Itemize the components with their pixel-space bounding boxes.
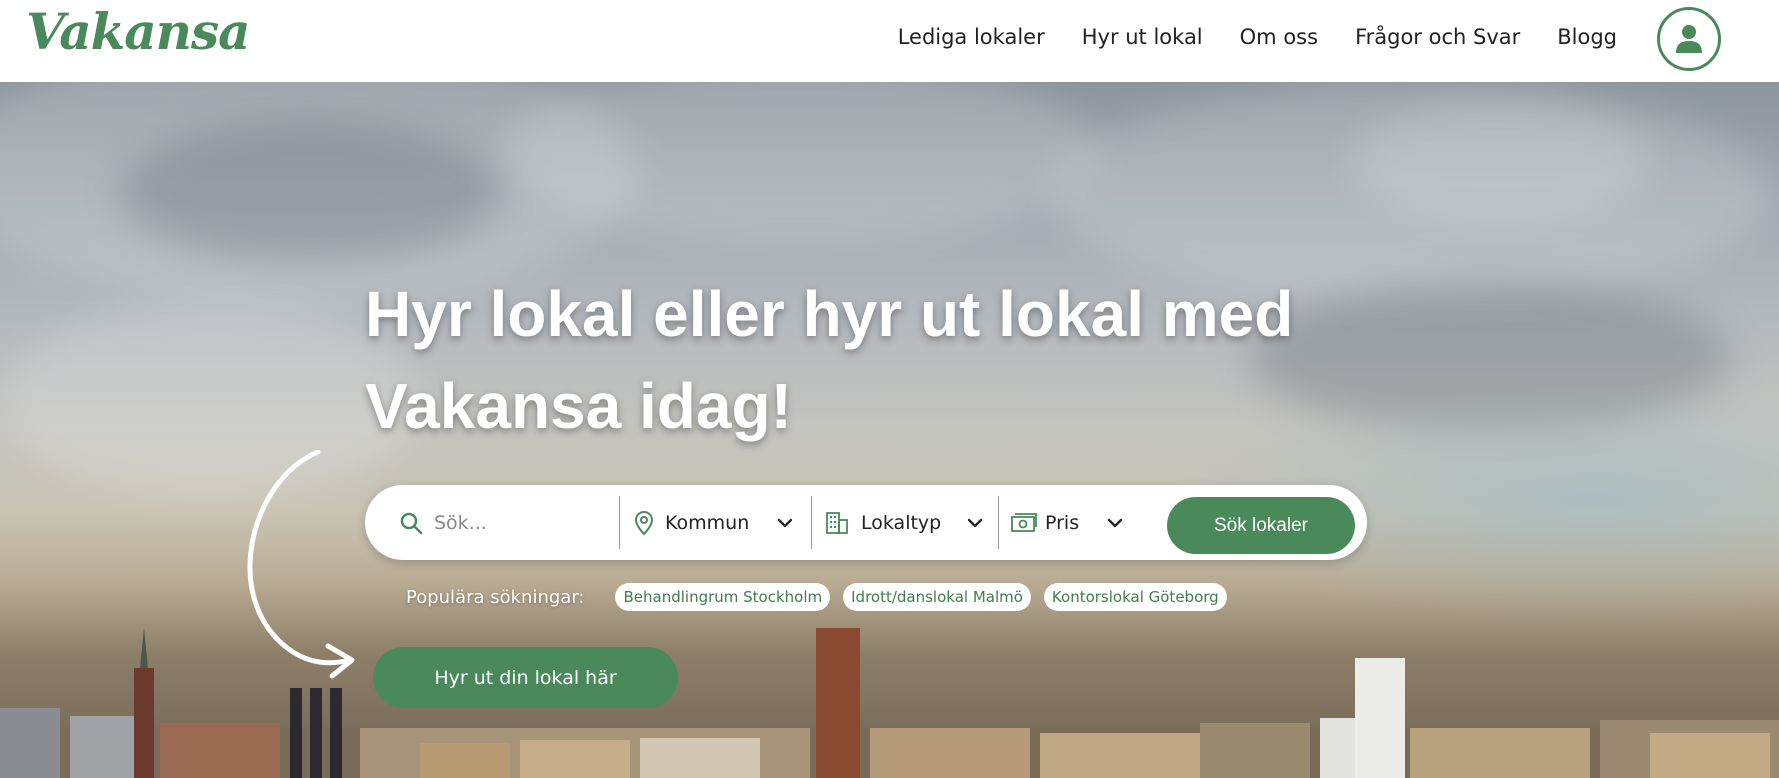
search-input[interactable]: Sök...	[434, 512, 487, 534]
hero-title: Hyr lokal eller hyr ut lokal med Vakansa…	[365, 268, 1365, 452]
main-nav: Lediga lokaler Hyr ut lokal Om oss Frågo…	[861, 22, 1617, 52]
search-icon	[400, 512, 423, 534]
nav-lediga-lokaler[interactable]: Lediga lokaler	[898, 22, 1045, 52]
popular-chip-idrott[interactable]: Idrott/danslokal Malmö	[843, 583, 1031, 611]
pris-dropdown[interactable]: Pris	[1011, 485, 1141, 560]
search-text-field[interactable]: Sök...	[399, 485, 619, 560]
lokaltyp-label: Lokaltyp	[861, 511, 942, 534]
nav-om-oss[interactable]: Om oss	[1240, 22, 1318, 52]
popular-chip-kontorslokal[interactable]: Kontorslokal Göteborg	[1043, 583, 1227, 611]
account-button[interactable]	[1657, 7, 1721, 71]
search-submit-button[interactable]: Sök lokaler	[1167, 497, 1355, 554]
nav-fragor-och-svar[interactable]: Frågor och Svar	[1355, 22, 1520, 52]
nav-hyr-ut-lokal[interactable]: Hyr ut lokal	[1082, 22, 1203, 52]
pris-label: Pris	[1045, 511, 1080, 534]
chevron-down-icon	[1107, 518, 1123, 527]
user-icon	[1676, 25, 1702, 53]
hero-title-line2: Vakansa idag!	[365, 370, 792, 442]
kommun-dropdown[interactable]: Kommun	[633, 485, 813, 560]
vakansa-logo[interactable]: Vakansa	[26, 2, 251, 61]
chevron-down-icon	[968, 518, 983, 527]
building-icon	[826, 511, 848, 534]
search-divider	[811, 496, 812, 549]
search-divider	[998, 496, 999, 549]
site-header: Vakansa Lediga lokaler Hyr ut lokal Om o…	[0, 0, 1779, 82]
rent-out-cta-button[interactable]: Hyr ut din lokal här	[373, 647, 678, 708]
hero-title-line1: Hyr lokal eller hyr ut lokal med	[365, 278, 1294, 350]
popular-searches: Populära sökningar: Behandlingrum Stockh…	[406, 582, 1240, 612]
chevron-down-icon	[778, 518, 793, 527]
popular-chip-behandlingrum[interactable]: Behandlingrum Stockholm	[615, 583, 831, 611]
money-icon	[1011, 512, 1037, 532]
popular-searches-label: Populära sökningar:	[406, 586, 585, 608]
nav-blogg[interactable]: Blogg	[1557, 22, 1617, 52]
lokaltyp-dropdown[interactable]: Lokaltyp	[825, 485, 995, 560]
curved-arrow-graphic	[247, 450, 355, 679]
kommun-label: Kommun	[665, 511, 750, 534]
map-pin-icon	[634, 510, 654, 535]
search-divider	[619, 496, 620, 549]
